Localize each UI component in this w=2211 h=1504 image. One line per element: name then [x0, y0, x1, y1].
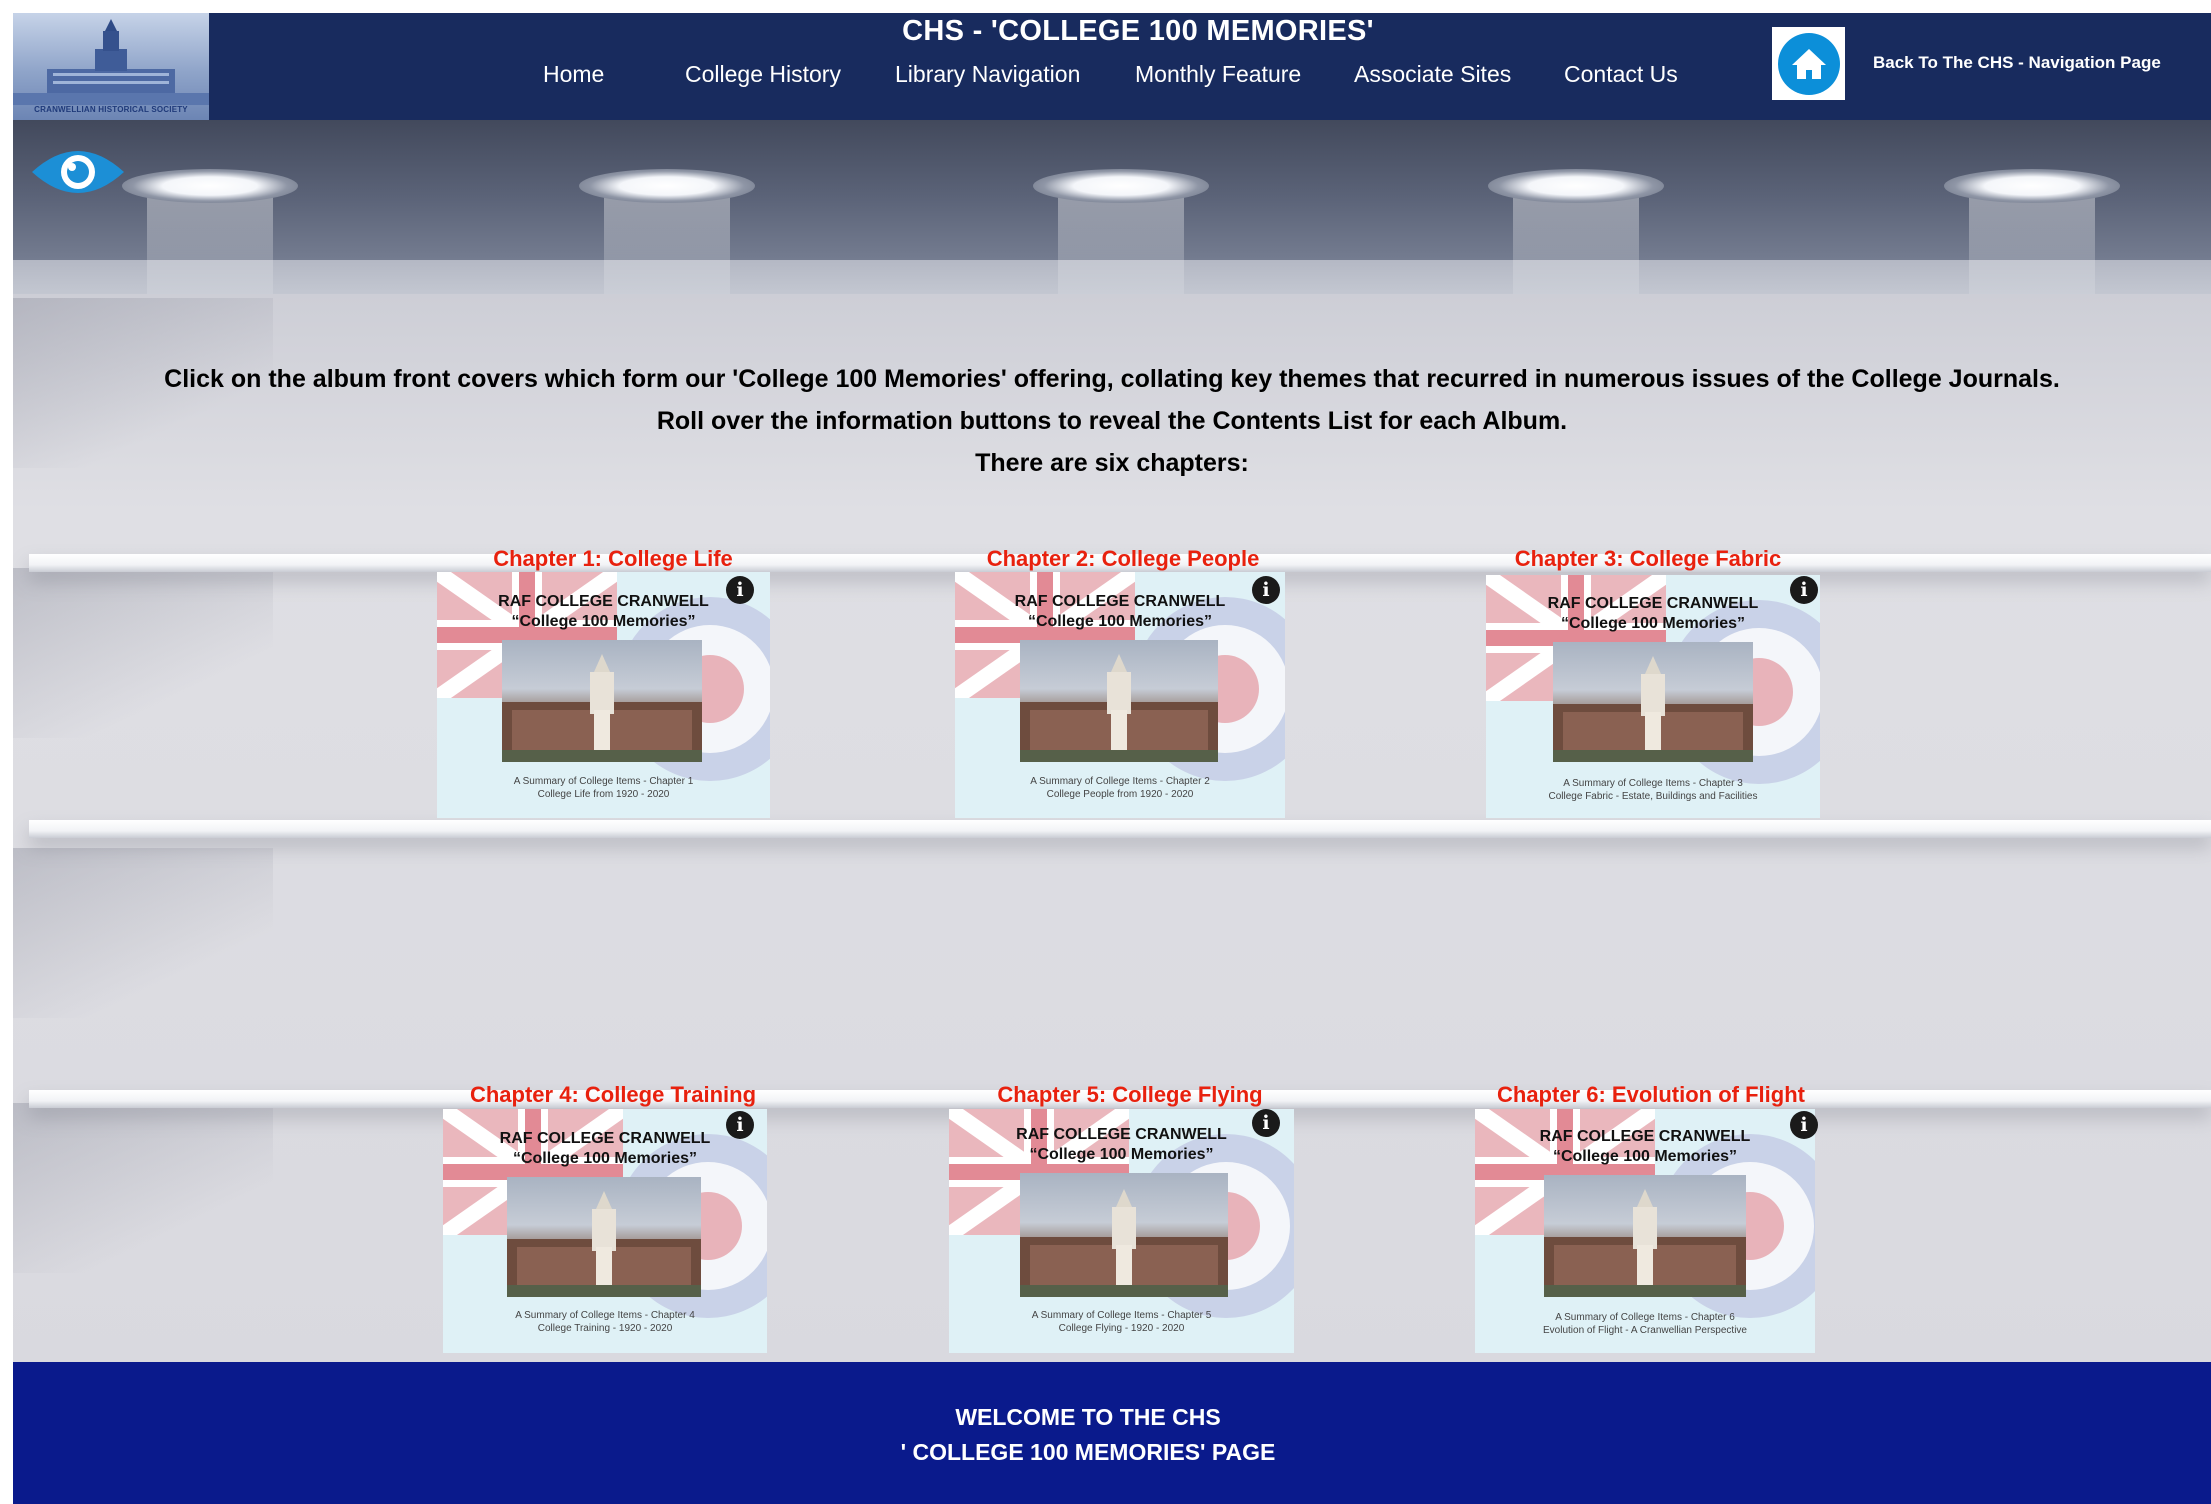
nav-college-history[interactable]: College History: [685, 61, 841, 88]
album-caption-line-1: A Summary of College Items - Chapter 4: [515, 1310, 695, 1321]
nav-contact-us[interactable]: Contact Us: [1564, 61, 1678, 88]
album-heading: RAF COLLEGE CRANWELL “College 100 Memori…: [1486, 594, 1820, 634]
album-caption-line-1: A Summary of College Items - Chapter 6: [1555, 1312, 1735, 1323]
album-cover-chapter-6[interactable]: RAF COLLEGE CRANWELL “College 100 Memori…: [1475, 1109, 1815, 1353]
album-heading-line-2: “College 100 Memories”: [1027, 613, 1213, 630]
eye-icon[interactable]: [30, 144, 126, 205]
album-heading-line-1: RAF COLLEGE CRANWELL: [1539, 1128, 1751, 1145]
album-cover-chapter-2[interactable]: RAF COLLEGE CRANWELL “College 100 Memori…: [955, 572, 1285, 818]
info-icon[interactable]: i: [726, 1111, 754, 1139]
college-building-photo: [502, 640, 702, 762]
intro-line-3: There are six chapters:: [975, 449, 1249, 477]
album-heading-line-1: RAF COLLEGE CRANWELL: [498, 593, 709, 610]
album-cover-chapter-5[interactable]: RAF COLLEGE CRANWELL “College 100 Memori…: [949, 1109, 1294, 1353]
album-caption: A Summary of College Items - Chapter 1 C…: [437, 775, 770, 801]
album-caption-line-1: A Summary of College Items - Chapter 1: [513, 776, 694, 787]
album-heading: RAF COLLEGE CRANWELL “College 100 Memori…: [1475, 1127, 1815, 1167]
album-cover-chapter-3[interactable]: RAF COLLEGE CRANWELL “College 100 Memori…: [1486, 575, 1820, 818]
college-building-photo: [1020, 640, 1218, 762]
album-heading-line-2: “College 100 Memories”: [512, 1150, 698, 1167]
footer-line-2: ' COLLEGE 100 MEMORIES' PAGE: [900, 1439, 1276, 1465]
album-caption-line-1: A Summary of College Items - Chapter 3: [1563, 778, 1743, 789]
chapter-1-title[interactable]: Chapter 1: College Life: [438, 546, 788, 572]
album-heading: RAF COLLEGE CRANWELL “College 100 Memori…: [443, 1129, 767, 1169]
chapter-6-title[interactable]: Chapter 6: Evolution of Flight: [1476, 1082, 1826, 1108]
light-beam: [604, 191, 730, 295]
home-icon: [1777, 32, 1840, 95]
info-icon[interactable]: i: [726, 576, 754, 604]
intro-line-2: Roll over the information buttons to rev…: [656, 407, 1568, 435]
college-building-photo: [1020, 1173, 1228, 1297]
nav-associate-sites[interactable]: Associate Sites: [1354, 61, 1511, 88]
home-button[interactable]: [1772, 27, 1845, 100]
album-caption-line-2: Evolution of Flight - A Cranwellian Pers…: [1543, 1325, 1747, 1336]
album-heading-line-2: “College 100 Memories”: [511, 613, 696, 630]
footer-text: WELCOME TO THE CHS ' COLLEGE 100 MEMORIE…: [13, 1400, 2163, 1470]
info-icon[interactable]: i: [1790, 1111, 1818, 1139]
intro-line-1: Click on the album front covers which fo…: [164, 365, 2060, 393]
album-heading-line-1: RAF COLLEGE CRANWELL: [1014, 593, 1226, 610]
wall-shadow: [13, 568, 273, 738]
album-caption-line-2: College Fabric - Estate, Buildings and F…: [1548, 791, 1758, 802]
ceiling-light: [122, 169, 298, 203]
album-heading-line-1: RAF COLLEGE CRANWELL: [1016, 1126, 1227, 1143]
intro-text: Click on the album front covers which fo…: [13, 358, 2211, 484]
ceiling-light: [1033, 169, 1209, 203]
ceiling-light: [1944, 169, 2120, 203]
album-heading: RAF COLLEGE CRANWELL “College 100 Memori…: [955, 592, 1285, 632]
album-cover-chapter-1[interactable]: RAF COLLEGE CRANWELL “College 100 Memori…: [437, 572, 770, 818]
ceiling-light: [1488, 169, 1664, 203]
album-caption-line-1: A Summary of College Items - Chapter 2: [1030, 776, 1210, 787]
album-heading-line-2: “College 100 Memories”: [1560, 615, 1746, 632]
album-caption: A Summary of College Items - Chapter 3 C…: [1486, 777, 1820, 803]
welcome-footer: WELCOME TO THE CHS ' COLLEGE 100 MEMORIE…: [13, 1362, 2211, 1504]
college-building-photo: [1553, 642, 1753, 762]
album-heading-line-2: “College 100 Memories”: [1552, 1148, 1738, 1165]
nav-home[interactable]: Home: [543, 61, 604, 88]
back-to-navigation-link[interactable]: Back To The CHS - Navigation Page: [1873, 53, 2161, 73]
ceiling-light: [579, 169, 755, 203]
shelf: [29, 820, 2211, 838]
college-building-photo: [507, 1177, 701, 1297]
album-caption-line-2: College Flying - 1920 - 2020: [1058, 1323, 1185, 1334]
nav-monthly-feature[interactable]: Monthly Feature: [1135, 61, 1301, 88]
info-icon[interactable]: i: [1252, 1109, 1280, 1137]
album-heading-line-2: “College 100 Memories”: [1029, 1146, 1214, 1163]
nav-library-navigation[interactable]: Library Navigation: [895, 61, 1080, 88]
light-beam: [1513, 191, 1639, 295]
site-title: CHS - 'COLLEGE 100 MEMORIES': [902, 15, 1374, 47]
album-caption-line-2: College Training - 1920 - 2020: [537, 1323, 673, 1334]
album-caption-line-2: College Life from 1920 - 2020: [537, 789, 670, 800]
album-caption: A Summary of College Items - Chapter 5 C…: [949, 1309, 1294, 1335]
album-heading-line-1: RAF COLLEGE CRANWELL: [499, 1130, 711, 1147]
album-cover-chapter-4[interactable]: RAF COLLEGE CRANWELL “College 100 Memori…: [443, 1109, 767, 1353]
footer-line-1: WELCOME TO THE CHS: [955, 1404, 1221, 1430]
album-caption: A Summary of College Items - Chapter 2 C…: [955, 775, 1285, 801]
album-caption-line-2: College People from 1920 - 2020: [1046, 789, 1194, 800]
album-heading: RAF COLLEGE CRANWELL “College 100 Memori…: [437, 592, 770, 632]
album-caption-line-1: A Summary of College Items - Chapter 5: [1031, 1310, 1212, 1321]
light-beam: [1969, 191, 2095, 295]
chapter-2-title[interactable]: Chapter 2: College People: [948, 546, 1298, 572]
chapter-4-title[interactable]: Chapter 4: College Training: [438, 1082, 788, 1108]
album-caption: A Summary of College Items - Chapter 4 C…: [443, 1309, 767, 1335]
wall-shadow: [13, 848, 273, 1018]
info-icon[interactable]: i: [1790, 576, 1818, 604]
album-heading: RAF COLLEGE CRANWELL “College 100 Memori…: [949, 1125, 1294, 1165]
light-beam: [1058, 191, 1184, 295]
info-icon[interactable]: i: [1252, 576, 1280, 604]
college-building-photo: [1544, 1175, 1746, 1297]
album-heading-line-1: RAF COLLEGE CRANWELL: [1547, 595, 1759, 612]
chs-logo[interactable]: CRANWELLIAN HISTORICAL SOCIETY: [13, 13, 209, 120]
logo-caption: CRANWELLIAN HISTORICAL SOCIETY: [34, 105, 188, 114]
page: CRANWELLIAN HISTORICAL SOCIETY CHS - 'CO…: [13, 13, 2211, 1504]
album-caption: A Summary of College Items - Chapter 6 E…: [1475, 1311, 1815, 1337]
light-beam: [147, 191, 273, 295]
chapter-3-title[interactable]: Chapter 3: College Fabric: [1473, 546, 1823, 572]
chapter-5-title[interactable]: Chapter 5: College Flying: [955, 1082, 1305, 1108]
wall-shadow: [13, 1103, 273, 1273]
site-header: CRANWELLIAN HISTORICAL SOCIETY CHS - 'CO…: [13, 13, 2211, 120]
